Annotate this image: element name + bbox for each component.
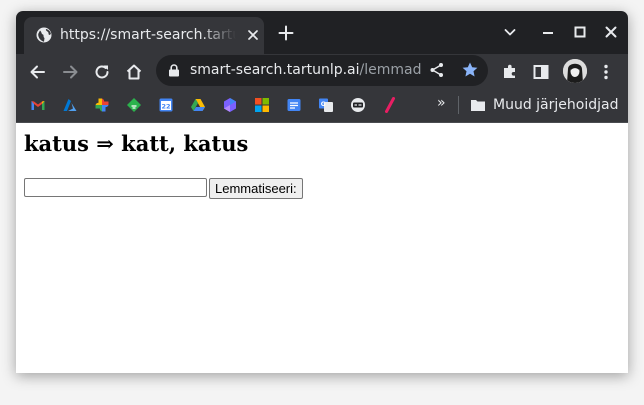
svg-text:22: 22 [161, 103, 170, 111]
tab-strip: https://smart-search.tartunlp.ai/lemmad [16, 11, 628, 54]
url-path: /lemmad [359, 62, 422, 78]
tab-title: https://smart-search.tartunlp.ai/lemmad [60, 27, 236, 43]
menu-kebab-icon[interactable] [596, 62, 616, 82]
browser-window: https://smart-search.tartunlp.ai/lemmad [16, 11, 628, 373]
extensions-puzzle-icon[interactable] [500, 62, 520, 82]
bookmarks-bar: 22 G » Muud järjehoidjad [16, 89, 628, 123]
maximize-icon[interactable] [572, 24, 588, 40]
back-arrow-icon[interactable] [28, 62, 48, 82]
globe-icon [36, 27, 52, 43]
gmail-icon[interactable] [30, 97, 46, 113]
forward-arrow-icon[interactable] [60, 62, 80, 82]
bookmarks-overflow-button[interactable]: » [437, 95, 446, 111]
microsoft-icon[interactable] [254, 97, 270, 113]
tab-active[interactable]: https://smart-search.tartunlp.ai/lemmad [24, 17, 264, 54]
lemma-result-heading: katus ⇒ katt, katus [24, 131, 249, 156]
new-tab-plus-icon[interactable] [278, 25, 294, 41]
subtitles-icon[interactable] [350, 97, 366, 113]
slash-icon[interactable] [382, 97, 398, 113]
address-bar[interactable]: smart-search.tartunlp.ai/lemmad [156, 55, 488, 86]
chevron-down-icon[interactable] [502, 24, 518, 40]
side-panel-icon[interactable] [531, 62, 551, 82]
profile-picture [563, 59, 587, 83]
lemma-text-input[interactable] [24, 178, 207, 197]
url-host: smart-search.tartunlp.ai [190, 62, 360, 78]
lock-icon[interactable] [168, 64, 180, 77]
bookmarks-divider [458, 96, 459, 114]
home-icon[interactable] [124, 62, 144, 82]
drive-icon[interactable] [190, 97, 206, 113]
reload-icon[interactable] [92, 62, 112, 82]
url-text[interactable]: smart-search.tartunlp.ai/lemmad [190, 62, 422, 79]
google-translate-icon[interactable]: G [318, 97, 334, 113]
lemmatize-button[interactable]: Lemmatiseeri: [209, 178, 303, 199]
google-form-icon[interactable] [286, 97, 302, 113]
close-icon[interactable] [246, 28, 260, 42]
share-icon[interactable] [428, 61, 446, 79]
pinwheel-icon[interactable] [222, 97, 238, 113]
window-close-icon[interactable] [603, 24, 619, 40]
toolbar: smart-search.tartunlp.ai/lemmad [16, 54, 628, 89]
other-bookmarks-folder[interactable]: Muud järjehoidjad [493, 96, 618, 114]
svg-text:G: G [321, 101, 326, 108]
profile-avatar[interactable] [563, 59, 587, 83]
minimize-icon[interactable] [540, 24, 556, 40]
page-content: katus ⇒ katt, katus Lemmatiseeri: [16, 123, 628, 373]
star-bookmark-icon[interactable] [461, 61, 479, 79]
azure-icon[interactable] [62, 97, 78, 113]
calendar-icon[interactable]: 22 [158, 97, 174, 113]
photos-icon[interactable] [94, 97, 110, 113]
feedly-icon[interactable] [126, 97, 142, 113]
folder-icon[interactable] [470, 98, 486, 112]
